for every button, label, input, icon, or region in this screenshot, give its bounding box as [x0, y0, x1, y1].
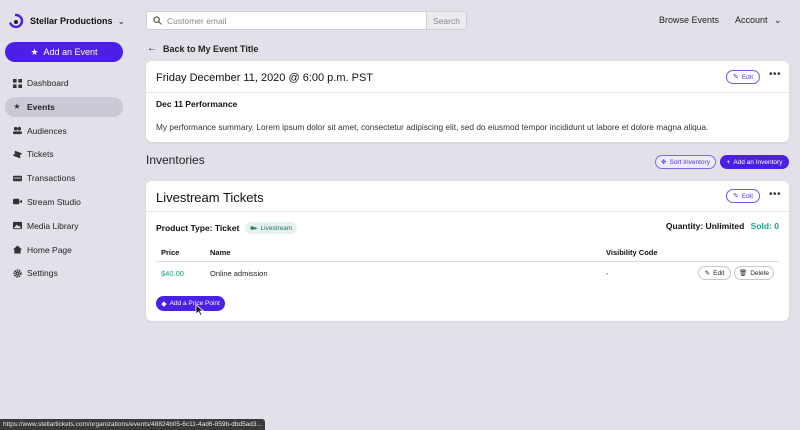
product-type: Product Type: Ticket ■▸ Livestream — [156, 222, 298, 234]
star-icon: ★ — [30, 46, 39, 57]
delete-price-button[interactable]: 🗑 Delete — [734, 266, 774, 280]
edit-event-button[interactable]: ✎ Edit — [726, 70, 760, 84]
inventory-title: Livestream Tickets — [156, 190, 264, 205]
account-menu[interactable]: Account ⌄ — [735, 15, 782, 26]
search-button[interactable]: Search — [426, 11, 467, 30]
product-type-badge: ■▸ Livestream — [245, 222, 298, 234]
sidebar-item-label: Transactions — [27, 173, 76, 184]
sidebar-item-label: Audiences — [27, 125, 67, 136]
move-icon: ✥ — [661, 159, 667, 166]
sold-count: Sold: 0 — [750, 221, 779, 231]
status-url-bar: https://www.stellartickets.com/organizat… — [0, 419, 265, 430]
pencil-icon: ✎ — [704, 270, 711, 277]
sidebar-item-label: Stream Studio — [27, 196, 81, 207]
edit-label: Edit — [741, 73, 754, 81]
customer-search: Search — [146, 11, 467, 30]
trash-icon: 🗑 — [738, 270, 748, 277]
sidebar-item-label: Home Page — [27, 244, 72, 255]
back-link-label: Back to My Event Title — [163, 43, 259, 54]
event-title: Friday December 11, 2020 @ 6:00 p.m. PST — [156, 72, 374, 84]
search-icon — [153, 16, 162, 25]
delete-label: Delete — [750, 269, 770, 277]
stellar-logo-icon — [9, 13, 24, 29]
sidebar-item-tickets[interactable]: Tickets — [5, 144, 123, 164]
org-switcher[interactable]: Stellar Productions ⌄ — [8, 11, 125, 31]
column-header-price: Price — [161, 248, 180, 257]
sidebar-nav: Dashboard ★ Events Audiences Tickets Tra… — [5, 73, 123, 287]
chevron-down-icon: ⌄ — [117, 15, 126, 26]
dashboard-icon — [12, 78, 22, 88]
video-icon: ■▸ — [250, 225, 258, 232]
pencil-icon: ✎ — [732, 193, 739, 200]
quantity-text: Quantity: Unlimited — [665, 221, 745, 231]
more-options-icon[interactable]: ••• — [769, 69, 781, 80]
sidebar-item-media-library[interactable]: Media Library — [5, 216, 123, 236]
browse-events-link[interactable]: Browse Events — [659, 15, 719, 25]
star-icon: ★ — [13, 102, 21, 112]
chevron-down-icon: ⌄ — [774, 15, 782, 25]
gear-icon — [12, 268, 22, 278]
sidebar-item-audiences[interactable]: Audiences — [5, 121, 123, 141]
product-type-label: Product Type: Ticket — [156, 223, 240, 233]
sidebar-item-events[interactable]: ★ Events — [5, 96, 123, 117]
inventory-card: Livestream Tickets ✎ Edit ••• Product Ty… — [146, 181, 789, 321]
add-price-point-button[interactable]: ◆ Add a Price Point — [156, 296, 225, 311]
sidebar-item-stream-studio[interactable]: Stream Studio — [5, 192, 123, 212]
video-icon — [12, 197, 22, 207]
more-options-icon[interactable]: ••• — [769, 189, 781, 200]
sidebar-item-home-page[interactable]: Home Page — [5, 240, 123, 260]
tag-icon: ◆ — [161, 300, 167, 308]
product-badge-label: Livestream — [260, 224, 293, 232]
sort-inventory-button[interactable]: ✥ Sort Inventory — [655, 155, 716, 169]
edit-label: Edit — [713, 269, 725, 277]
add-event-label: Add an Event — [43, 47, 98, 57]
sidebar: Stellar Productions ⌄ ★ Add an Event Das… — [0, 0, 132, 430]
add-inventory-button[interactable]: + Add an Inventory — [720, 155, 789, 169]
org-name: Stellar Productions — [30, 16, 113, 26]
plus-icon: + — [726, 158, 731, 166]
search-field[interactable] — [146, 11, 426, 30]
ticket-icon — [12, 149, 22, 159]
add-event-button[interactable]: ★ Add an Event — [5, 42, 123, 62]
inventory-quantity: Quantity: Unlimited Sold: 0 — [666, 221, 779, 231]
sidebar-item-transactions[interactable]: Transactions — [5, 168, 123, 188]
divider — [146, 211, 789, 212]
event-details-card: Friday December 11, 2020 @ 6:00 p.m. PST… — [146, 61, 789, 142]
people-icon — [12, 126, 22, 136]
sidebar-item-label: Dashboard — [27, 78, 69, 88]
column-header-visibility: Visibility Code — [606, 248, 658, 257]
sort-inventory-label: Sort Inventory — [669, 158, 710, 166]
home-icon — [12, 245, 22, 255]
media-icon — [12, 221, 22, 231]
price-cell: $40.00 — [161, 269, 184, 278]
sidebar-item-dashboard[interactable]: Dashboard — [5, 73, 123, 93]
name-cell: Online admission — [210, 269, 268, 278]
edit-inventory-button[interactable]: ✎ Edit — [726, 189, 760, 203]
back-link[interactable]: ← Back to My Event Title — [147, 43, 258, 54]
sidebar-item-label: Media Library — [27, 220, 79, 231]
arrow-left-icon: ← — [147, 43, 157, 54]
inventories-heading: Inventories — [146, 153, 205, 167]
performance-summary: My performance summary. Lorem ipsum dolo… — [156, 122, 709, 132]
account-label: Account — [735, 15, 768, 25]
sidebar-item-label: Events — [27, 101, 55, 112]
column-header-name: Name — [210, 248, 231, 257]
divider — [146, 92, 789, 93]
performance-name: Dec 11 Performance — [156, 99, 238, 109]
visibility-cell: - — [606, 269, 609, 278]
sidebar-item-label: Settings — [27, 268, 58, 279]
add-inventory-label: Add an Inventory — [733, 158, 783, 166]
search-input[interactable] — [167, 15, 407, 26]
sidebar-item-label: Tickets — [27, 149, 54, 160]
edit-label: Edit — [741, 192, 754, 200]
edit-price-button[interactable]: ✎ Edit — [698, 266, 731, 280]
transactions-icon — [12, 173, 22, 183]
mouse-cursor-icon — [195, 304, 205, 316]
sidebar-item-settings[interactable]: Settings — [5, 263, 123, 283]
pencil-icon: ✎ — [732, 74, 739, 81]
table-divider — [156, 261, 779, 262]
